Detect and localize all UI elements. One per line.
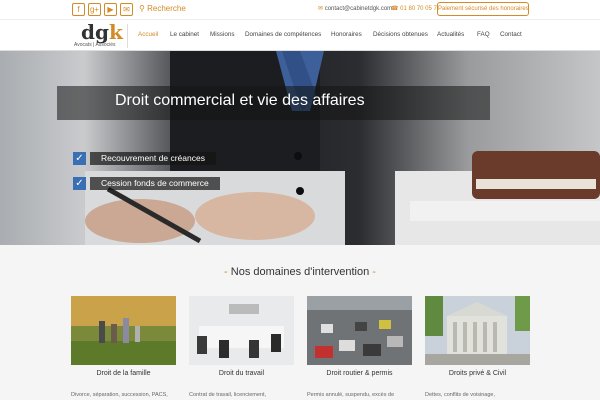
search-icon: ⚲ [139, 4, 145, 13]
domain-card-text: Divorce, séparation, succession, PACS, [71, 392, 168, 398]
nav-actualites[interactable]: Actualités [437, 31, 464, 38]
courthouse-image[interactable] [425, 296, 530, 365]
domain-card-title[interactable]: Droits privé & Civil [425, 370, 530, 377]
domain-card-civil[interactable]: Droits privé & Civil Dettes, conflits de… [425, 296, 530, 398]
contact-email-text: contact@cabinetdgk.com [324, 6, 393, 12]
nav-contact[interactable]: Contact [500, 31, 522, 38]
family-image[interactable] [71, 296, 176, 365]
nav-faq[interactable]: FAQ [477, 31, 490, 38]
domain-card-title[interactable]: Droit du travail [189, 370, 294, 377]
domain-card-title[interactable]: Droit de la famille [71, 370, 176, 377]
domain-card-text: Permis annulé, suspendu, excès de [307, 392, 395, 398]
checkmark-icon: ✓ [73, 152, 86, 165]
domain-card-routier[interactable]: Droit routier & permis Permis annulé, su… [307, 296, 412, 398]
work-image[interactable] [189, 296, 294, 365]
search-label: Recherche [147, 4, 186, 13]
nav-accueil[interactable]: Accueil [138, 31, 158, 38]
hero-photo [85, 51, 600, 245]
logo-mark: dg [81, 20, 109, 44]
envelope-icon: ✉ [318, 6, 324, 12]
contact-email[interactable]: ✉ contact@cabinetdgk.com [318, 5, 392, 12]
hero-bullet-label: Recouvrement de créances [90, 152, 216, 165]
domain-card-text: Dettes, conflits de voisinage, [425, 392, 496, 398]
nav-honoraires[interactable]: Honoraires [331, 31, 362, 38]
nav-decisions[interactable]: Décisions obtenues [373, 31, 428, 38]
search-link[interactable]: ⚲ Recherche [139, 4, 186, 13]
fees-payment-button[interactable]: Paiement sécurisé des honoraires [437, 2, 529, 16]
logo[interactable]: dgk [81, 22, 123, 42]
domain-card-famille[interactable]: Droit de la famille Divorce, séparation,… [71, 296, 176, 398]
domains-section: - Nos domaines d'intervention - Droit de… [0, 245, 600, 400]
main-header: dgk Avocats | Associés Accueil Le cabine… [0, 20, 600, 51]
contact-phone-text: 01 80 70 05 70 [400, 6, 441, 12]
header-divider [127, 24, 128, 48]
hero-title: Droit commercial et vie des affaires [115, 92, 365, 109]
phone-icon: ☎ [391, 6, 399, 12]
checkmark-icon: ✓ [73, 177, 86, 190]
logo-mark-accent: k [108, 20, 123, 44]
youtube-icon[interactable]: ▶ [104, 3, 117, 16]
traffic-image[interactable] [307, 296, 412, 365]
domain-card-travail[interactable]: Droit du travail Contrat de travail, lic… [189, 296, 294, 398]
title-dash-right: - [372, 266, 376, 278]
nav-missions[interactable]: Missions [210, 31, 235, 38]
domain-card-text: Contrat de travail, licenciement, [189, 392, 267, 398]
logo-subtitle: Avocats | Associés [74, 42, 116, 48]
google-plus-icon[interactable]: g+ [88, 3, 101, 16]
nav-domaines[interactable]: Domaines de compétences [245, 31, 321, 38]
facebook-icon[interactable]: f [72, 3, 85, 16]
hero-bullet-label: Cession fonds de commerce [90, 177, 220, 190]
top-bar: f g+ ▶ ✉ ⚲ Recherche ✉ contact@cabinetdg… [0, 0, 600, 20]
hero-title-bar: Droit commercial et vie des affaires [57, 86, 490, 120]
contact-phone[interactable]: ☎ 01 80 70 05 70 [391, 5, 440, 12]
section-title-text: Nos domaines d'intervention [230, 266, 370, 278]
nav-le-cabinet[interactable]: Le cabinet [170, 31, 199, 38]
title-dash-left: - [224, 266, 228, 278]
domain-card-title[interactable]: Droit routier & permis [307, 370, 412, 377]
hero-banner: Droit commercial et vie des affaires ✓ R… [0, 51, 600, 245]
mail-icon[interactable]: ✉ [120, 3, 133, 16]
section-title: - Nos domaines d'intervention - [0, 266, 600, 278]
